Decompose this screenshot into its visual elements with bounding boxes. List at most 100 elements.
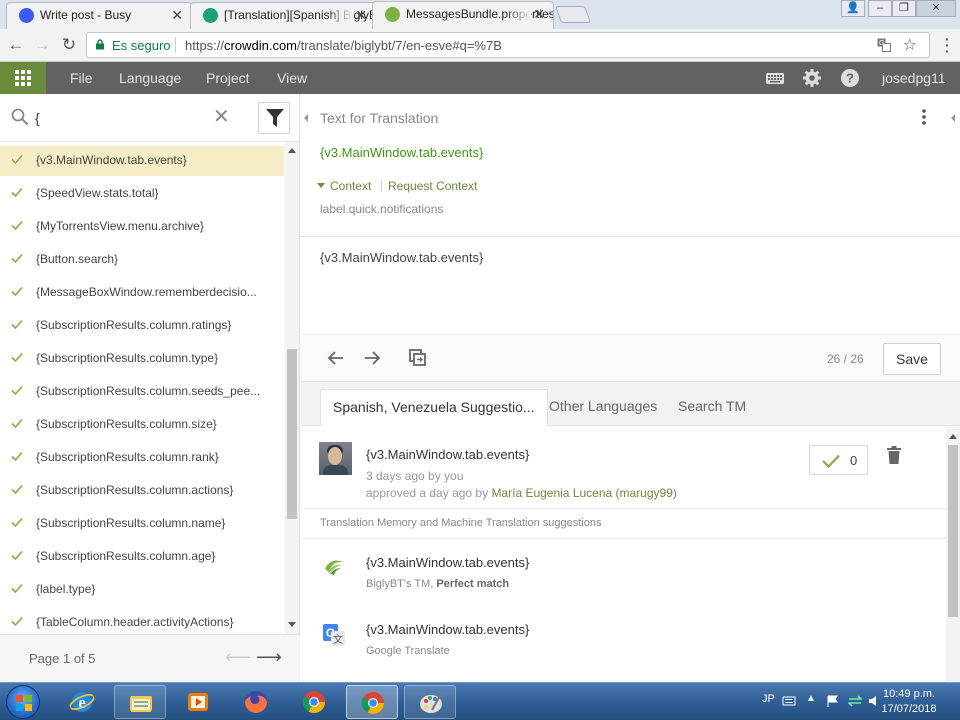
menu-view[interactable]: View [277,62,307,94]
os-taskbar: e JP ▲ 10:49 p.m. 17/07/2018 [0,682,960,720]
action-center-flag-icon[interactable] [826,695,840,707]
address-bar[interactable]: Es seguro https://crowdin.com/translate/… [86,32,930,58]
window-close-button[interactable]: ✕ [916,0,956,17]
string-list-item[interactable]: {SubscriptionResults.column.ratings} [0,310,284,341]
tm-suggestion-row[interactable]: {v3.MainWindow.tab.events} BiglyBT's TM,… [301,539,946,605]
system-clock[interactable]: 10:49 p.m. 17/07/2018 [870,687,948,717]
taskbar-firefox[interactable] [230,685,282,719]
suggestion-text[interactable]: {v3.MainWindow.tab.events} [366,447,529,462]
string-list-item[interactable]: {label.type} [0,574,284,605]
vote-count: 0 [850,453,858,468]
string-counter: 26 / 26 [827,352,864,366]
string-list-item[interactable]: {SpeedView.stats.total} [0,178,284,209]
back-icon[interactable]: ← [4,33,28,57]
taskbar-paint[interactable] [404,685,456,719]
strings-panel: ✕ {v3.MainWindow.tab.events} {SpeedView.s… [0,94,300,682]
tab-other-languages[interactable]: Other Languages [537,389,669,426]
collapse-right-arrow-icon[interactable] [951,114,955,122]
biglybt-favicon-icon [385,7,400,22]
close-tab-icon[interactable]: ✕ [355,3,367,28]
show-hidden-icons-icon[interactable]: ▲ [806,693,820,705]
string-list-item[interactable]: {Button.search} [0,244,284,275]
taskbar-chrome[interactable] [288,685,340,719]
string-list-item[interactable]: {SubscriptionResults.column.age} [0,541,284,572]
string-list-item[interactable]: {SubscriptionResults.column.type} [0,343,284,374]
taskbar-ie[interactable]: e [56,685,108,719]
previous-page-arrow-icon[interactable]: ⟵ [225,647,251,668]
keyboard-icon[interactable] [765,68,785,88]
trash-icon[interactable] [886,446,902,464]
scrollbar-thumb[interactable] [287,349,297,519]
taskbar-explorer[interactable] [114,685,166,719]
reload-icon[interactable]: ↻ [57,33,81,57]
filter-button[interactable] [258,102,290,134]
string-list-item[interactable]: {TableColumn.header.activityActions} [0,607,284,634]
approver-link[interactable]: María Eugenia Lucena (marugy99) [491,486,676,500]
restore-button[interactable]: ❐ [892,0,916,17]
close-tab-icon[interactable]: ✕ [171,3,183,28]
scroll-up-arrow-icon[interactable] [949,434,957,439]
user-menu[interactable]: josedpg11 [882,62,946,94]
tab-title: MessagesBundle.properties [406,7,554,21]
scroll-up-arrow-icon[interactable] [288,148,296,153]
browser-tab-messagesbundle[interactable]: MessagesBundle.properties ✕ [372,1,554,29]
search-input[interactable] [35,106,205,130]
suggestions-scrollbar[interactable] [946,427,960,682]
bookmark-star-icon[interactable]: ☆ [903,35,917,55]
string-list-item[interactable]: {SubscriptionResults.column.actions} [0,475,284,506]
keyboard-tray-icon[interactable] [782,695,796,707]
forward-icon[interactable]: → [30,33,54,57]
string-key: {label.type} [36,582,96,596]
string-list-item[interactable]: {MyTorrentsView.menu.archive} [0,211,284,242]
string-list-scrollbar[interactable] [285,142,299,634]
context-toggle[interactable]: Context [317,179,371,193]
menu-project[interactable]: Project [206,62,250,94]
translation-textarea[interactable] [320,250,940,330]
menu-language[interactable]: Language [119,62,181,94]
profile-icon[interactable]: 👤 [841,0,865,17]
string-list-item[interactable]: {MessageBoxWindow.rememberdecisio... [0,277,284,308]
lock-icon [96,39,104,50]
translate-icon[interactable]: G [877,38,891,52]
next-string-arrow-icon[interactable] [361,347,383,369]
request-context-link[interactable]: Request Context [388,179,477,193]
menu-file[interactable]: File [70,62,93,94]
save-button[interactable]: Save [883,343,941,375]
network-icon[interactable] [848,695,862,707]
tab-language-suggestions[interactable]: Spanish, Venezuela Suggestio... [320,389,548,426]
taskbar-chrome-active[interactable] [346,685,398,719]
previous-string-arrow-icon[interactable] [325,347,347,369]
vote-button[interactable]: 0 [809,445,868,475]
next-page-arrow-icon[interactable]: ⟶ [256,647,282,668]
help-icon[interactable]: ? [840,68,860,88]
language-indicator[interactable]: JP [762,693,775,705]
translated-check-icon [11,418,23,429]
browser-menu-icon[interactable]: ⋮ [938,33,956,57]
mt-suggestion-row[interactable]: G文 {v3.MainWindow.tab.events} Google Tra… [301,606,946,672]
scroll-down-arrow-icon[interactable] [288,622,296,627]
internet-explorer-icon: e [69,692,95,712]
start-button[interactable] [6,685,40,719]
copy-source-icon[interactable] [407,347,429,369]
string-list-item[interactable]: {SubscriptionResults.column.rank} [0,442,284,473]
string-list-item[interactable]: {SubscriptionResults.column.seeds_pee... [0,376,284,407]
more-options-icon[interactable] [921,108,927,126]
string-list-item[interactable]: {SubscriptionResults.column.name} [0,508,284,539]
browser-tab-crowdin-translation[interactable]: [Translation][Spanish] BiglyBT ✕ [190,2,376,29]
scrollbar-thumb[interactable] [948,445,958,617]
close-tab-icon[interactable]: ✕ [533,2,545,27]
browser-tab-busy[interactable]: Write post - Busy ✕ [6,2,192,29]
string-list-item[interactable]: {v3.MainWindow.tab.events} [0,146,284,176]
suggestion-approval-meta: approved a day ago by María Eugenia Luce… [366,486,677,500]
string-list-item[interactable]: {SubscriptionResults.column.size} [0,409,284,440]
translated-check-icon [11,187,23,198]
collapse-left-arrow-icon[interactable] [304,114,308,122]
taskbar-media[interactable] [172,685,224,719]
minimize-button[interactable]: – [868,0,892,17]
folder-icon [130,696,152,712]
tab-search-tm[interactable]: Search TM [666,389,758,426]
new-tab-button[interactable] [554,6,592,23]
clear-search-icon[interactable]: ✕ [213,107,230,127]
gear-icon[interactable] [802,68,822,88]
apps-grid-button[interactable] [0,62,46,94]
